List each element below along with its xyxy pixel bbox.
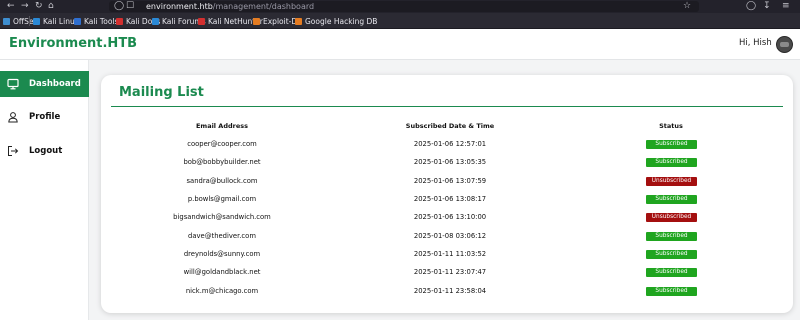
sidebar-item-label: Dashboard [29,79,81,89]
monitor-icon [7,78,19,90]
app-header: Environment.HTB Hi, Hish [0,29,800,60]
avatar[interactable] [776,36,793,53]
url-text[interactable]: environment.htb/management/dashboard [146,0,314,13]
status-badge: Subscribed [646,232,697,241]
bookmark-kali-tools[interactable]: Kali Tools [74,13,118,29]
date-cell: 2025-01-08 03:06:12 [413,232,487,240]
email-cell: will@goldandblack.net [183,268,261,276]
kali-dragon-icon [33,17,40,25]
email-cell: bigsandwich@sandwich.com [173,213,271,221]
bookmark-kali-linux[interactable]: Kali Linux [33,13,79,29]
email-cell: cooper@cooper.com [187,140,257,148]
status-badge: Subscribed [646,268,697,277]
status-badge: Unsubscribed [646,213,697,222]
bookmark-divider [29,16,30,26]
bookmark-label: Google Hacking DB [305,16,378,26]
status-badge: Subscribed [646,250,697,259]
reload-icon[interactable]: ↻ [35,1,43,12]
home-icon[interactable]: ⌂ [48,1,54,12]
avatar-image-icon [780,42,789,47]
column-header-email: Email Address [195,122,248,130]
back-arrow-icon[interactable]: ← [7,1,15,12]
nethunter-icon [198,17,205,25]
date-cell: 2025-01-11 11:03:52 [413,250,487,258]
logout-icon [8,146,19,156]
mailing-list-card: Mailing List Email Address Subscribed Da… [101,75,793,313]
kali-forums-icon [152,17,159,25]
kali-docs-icon [116,17,123,25]
offsec-icon [3,17,10,25]
kali-tools-icon [74,17,81,25]
ghdb-icon [295,17,302,25]
status-badge: Subscribed [646,287,697,296]
pocket-icon[interactable]: ◯ [746,1,756,12]
date-cell: 2025-01-06 13:10:00 [413,213,487,221]
date-cell: 2025-01-06 13:08:17 [413,195,487,203]
sidebar-item-dashboard[interactable]: Dashboard [0,71,89,97]
url-host: environment.htb [146,2,213,11]
download-icon[interactable]: ↧ [763,1,771,12]
date-cell: 2025-01-06 12:57:01 [413,140,487,148]
bookmark-star-icon[interactable]: ☆ [683,1,691,12]
status-badge: Unsubscribed [646,177,697,186]
email-cell: dave@thediver.com [188,232,256,240]
sidebar: Dashboard Profile Logout [0,60,89,320]
title-divider [111,106,783,107]
email-cell: nick.m@chicago.com [185,287,259,295]
url-path: /management/dashboard [212,2,315,11]
email-cell: dreynolds@sunny.com [183,250,261,258]
sidebar-item-profile[interactable]: Profile [0,104,89,130]
bookmark-google-hacking-db[interactable]: Google Hacking DB [295,13,377,29]
bookmark-label: Kali Tools [84,16,119,26]
sidebar-item-logout[interactable]: Logout [0,138,89,164]
shield-icon[interactable]: ◯ [114,1,124,12]
email-cell: sandra@bullock.com [186,177,258,185]
page-title: Mailing List [119,85,204,100]
user-greeting: Hi, Hish [739,38,772,48]
date-cell: 2025-01-06 13:05:35 [413,158,487,166]
sidebar-item-label: Profile [29,112,61,122]
date-cell: 2025-01-11 23:07:47 [413,268,487,276]
menu-icon[interactable]: ≡ [782,1,790,12]
status-badge: Subscribed [646,140,697,149]
exploit-db-icon [253,17,260,25]
column-header-status: Status [659,122,683,130]
browser-toolbar: ← → ↻ ⌂ ◯ ☐ environment.htb/management/d… [0,0,800,13]
email-cell: p.bowls@gmail.com [187,195,257,203]
forward-arrow-icon[interactable]: → [21,1,29,12]
date-cell: 2025-01-06 13:07:59 [413,177,487,185]
date-cell: 2025-01-11 23:58:04 [413,287,487,295]
bookmarks-bar: OffSec Kali Linux Kali Tools Kali Docs K… [0,13,800,29]
lock-icon[interactable]: ☐ [126,1,134,12]
column-header-date: Subscribed Date & Time [405,122,495,130]
user-icon [8,112,18,123]
email-cell: bob@bobbybuilder.net [183,158,261,166]
sidebar-item-label: Logout [29,146,63,156]
brand-title[interactable]: Environment.HTB [9,36,137,51]
status-badge: Subscribed [646,195,697,204]
status-badge: Subscribed [646,158,697,167]
